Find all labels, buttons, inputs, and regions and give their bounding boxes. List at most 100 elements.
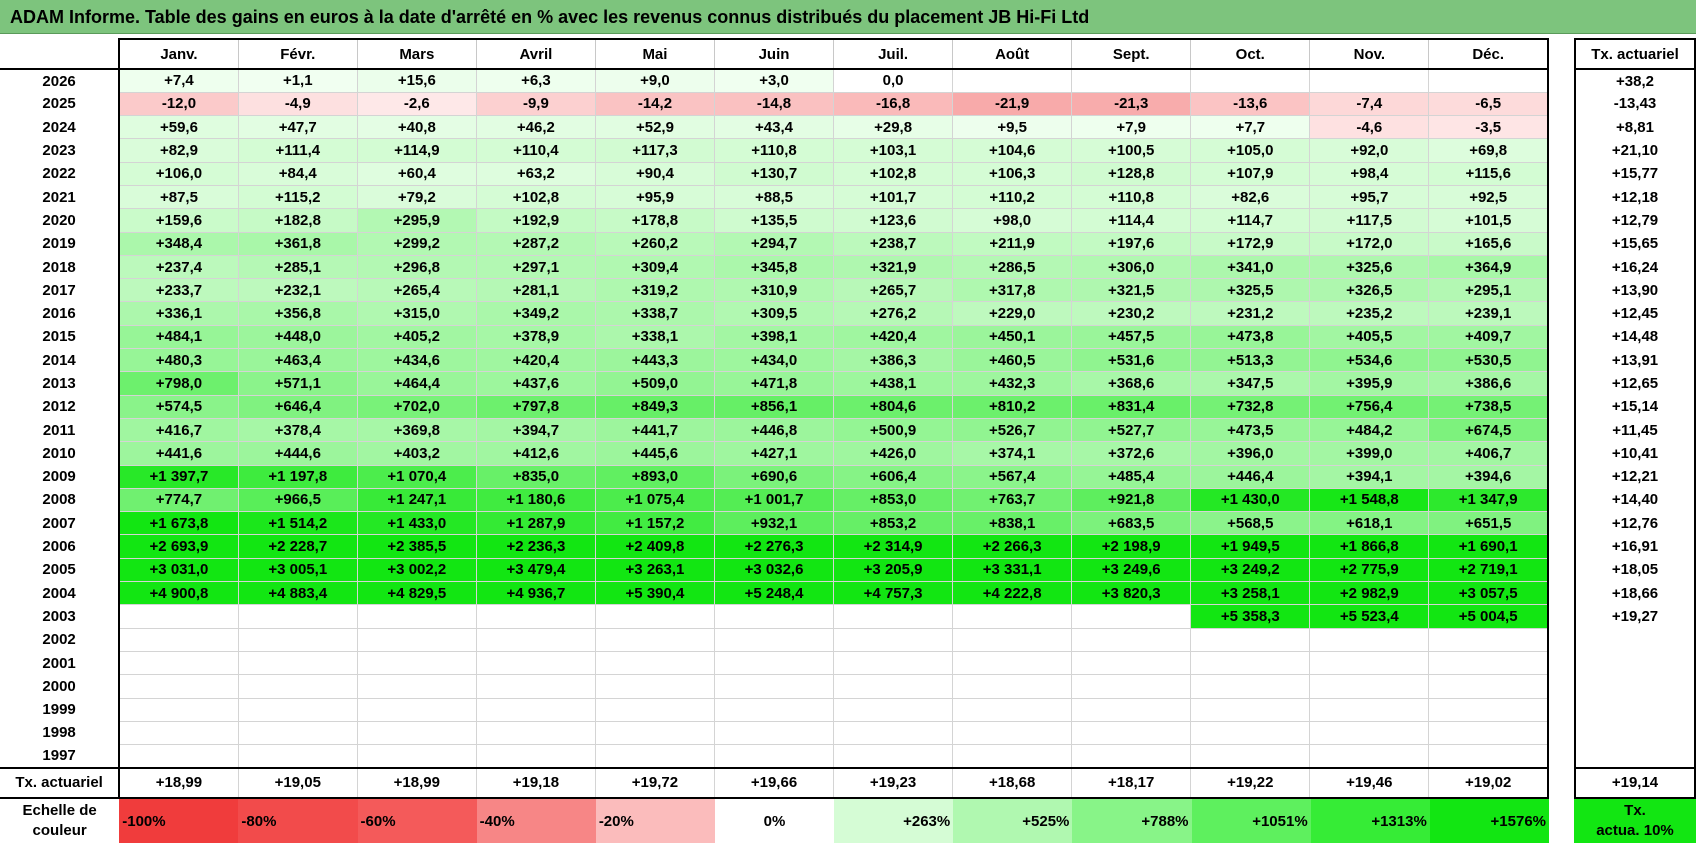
- gain-cell: +849,3: [594, 394, 715, 419]
- year-label: 2020: [0, 208, 121, 233]
- gain-cell: +115,2: [237, 184, 358, 210]
- gain-cell: +457,5: [1071, 324, 1192, 350]
- gain-cell: [594, 627, 715, 652]
- color-scale-swatch: -20%: [595, 799, 715, 843]
- gain-cell: +1 866,8: [1309, 534, 1430, 559]
- gain-cell: +932,1: [713, 511, 835, 536]
- gain-cell: [1071, 674, 1192, 699]
- gain-cell: +7,4: [118, 68, 239, 93]
- table-row: [1574, 744, 1696, 768]
- footer-rate-cell: +19,66: [713, 766, 835, 799]
- gain-cell: [952, 650, 1073, 676]
- gain-cell: +92,5: [1428, 184, 1550, 210]
- gain-cell: +237,4: [118, 254, 239, 280]
- gain-cell: [356, 674, 477, 699]
- gain-cell: +101,5: [1428, 208, 1550, 233]
- gain-cell: +409,7: [1428, 324, 1550, 350]
- gain-cell: +683,5: [1071, 511, 1192, 536]
- gain-cell: +79,2: [356, 184, 477, 210]
- gain-cell: [1309, 744, 1430, 769]
- gain-cell: +437,6: [475, 371, 596, 396]
- gain-cell: +9,5: [952, 115, 1073, 140]
- gain-cell: [356, 650, 477, 676]
- year-label: 2018: [0, 255, 121, 279]
- gain-cell: +88,5: [713, 184, 835, 210]
- gain-cell: +130,7: [713, 161, 835, 186]
- table-row: +15,65: [1574, 232, 1696, 256]
- table-row: +12,76: [1574, 511, 1696, 535]
- gain-cell: +394,7: [475, 417, 596, 443]
- gain-cell: +230,2: [1071, 301, 1192, 326]
- gain-cell: -21,3: [1071, 91, 1192, 117]
- actuarial-rate-cell: +21,10: [1574, 138, 1696, 163]
- gain-cell: +341,0: [1190, 254, 1311, 280]
- gain-cell: +232,1: [237, 278, 358, 303]
- table-row: 2022 +106,0 +84,4 +60,4 +63,2 +90,4 +130,7 +102…: [0, 161, 1550, 186]
- gain-cell: +567,4: [952, 464, 1073, 489]
- gain-cell: +2 266,3: [952, 534, 1073, 559]
- month-header: Févr.: [237, 38, 358, 70]
- gain-cell: -13,6: [1190, 91, 1311, 117]
- gain-cell: +396,0: [1190, 441, 1311, 466]
- gain-cell: +348,4: [118, 231, 239, 256]
- table-row: -13,43: [1574, 92, 1696, 116]
- color-scale-swatch: +1576%: [1429, 799, 1549, 843]
- gain-cell: +90,4: [594, 161, 715, 186]
- gain-cell: [713, 674, 835, 699]
- year-label: 2010: [0, 441, 121, 466]
- table-row: +13,91: [1574, 348, 1696, 372]
- gain-cell: +110,8: [713, 138, 835, 163]
- footer-rate-cell: +18,99: [118, 766, 239, 799]
- gain-cell: +1 433,0: [356, 511, 477, 536]
- actuarial-rate-cell: +12,45: [1574, 301, 1696, 326]
- gain-cell: +484,2: [1309, 417, 1430, 443]
- gain-cell: +448,0: [237, 324, 358, 350]
- gain-cell: [1428, 650, 1550, 676]
- gain-cell: +349,2: [475, 301, 596, 326]
- gain-cell: +530,5: [1428, 348, 1550, 373]
- gain-cell: [1428, 697, 1550, 722]
- gain-cell: [833, 720, 954, 746]
- color-scale-side-line2: actua. 10%: [1596, 822, 1674, 839]
- actuarial-rate-cell: +15,65: [1574, 232, 1696, 256]
- gain-cell: +394,1: [1309, 464, 1430, 489]
- footer-label: Tx. actuariel: [0, 766, 121, 799]
- table-row: 1999: [0, 697, 1550, 722]
- gain-cell: +295,1: [1428, 278, 1550, 303]
- actuarial-rate-cell: [1574, 674, 1696, 699]
- gain-cell: +5 523,4: [1309, 604, 1430, 629]
- table-row: 2010 +441,6 +444,6 +403,2 +412,6 +445,6 +427,1…: [0, 441, 1550, 466]
- gain-cell: +2 228,7: [237, 534, 358, 559]
- gain-cell: +104,6: [952, 138, 1073, 163]
- gain-cell: +309,5: [713, 301, 835, 326]
- color-scale-swatch: +525%: [953, 799, 1073, 843]
- year-label: 2013: [0, 371, 121, 396]
- gain-cell: +394,6: [1428, 464, 1550, 489]
- gain-cell: [118, 627, 239, 652]
- gain-cell: +450,1: [952, 324, 1073, 350]
- footer-rate-cell: +19,02: [1428, 766, 1550, 799]
- gain-cell: +103,1: [833, 138, 954, 163]
- gain-cell: +485,4: [1071, 464, 1192, 489]
- month-header: Sept.: [1071, 38, 1192, 70]
- gain-cell: [1309, 627, 1430, 652]
- gain-cell: +321,9: [833, 254, 954, 280]
- year-label: 2023: [0, 138, 121, 163]
- actuarial-rate-cell: +18,66: [1574, 581, 1696, 605]
- gain-cell: [594, 674, 715, 699]
- year-label: 2008: [0, 488, 121, 512]
- table-row: +21,10: [1574, 138, 1696, 163]
- color-scale-swatch: -60%: [357, 799, 477, 843]
- gain-cell: [356, 720, 477, 746]
- table-row: +14,40: [1574, 488, 1696, 512]
- gain-cell: +804,6: [833, 394, 954, 419]
- gain-cell: +5 004,5: [1428, 604, 1550, 629]
- gain-cell: +3 263,1: [594, 557, 715, 583]
- actuarial-rate-cell: [1574, 744, 1696, 768]
- gain-cell: +651,5: [1428, 511, 1550, 536]
- header-corner: [0, 39, 121, 70]
- actuarial-rate-cell: +19,27: [1574, 604, 1696, 629]
- actuarial-rate-cell: +12,79: [1574, 208, 1696, 233]
- footer-rate-cell: +19,18: [475, 766, 596, 799]
- gain-cell: +395,9: [1309, 371, 1430, 396]
